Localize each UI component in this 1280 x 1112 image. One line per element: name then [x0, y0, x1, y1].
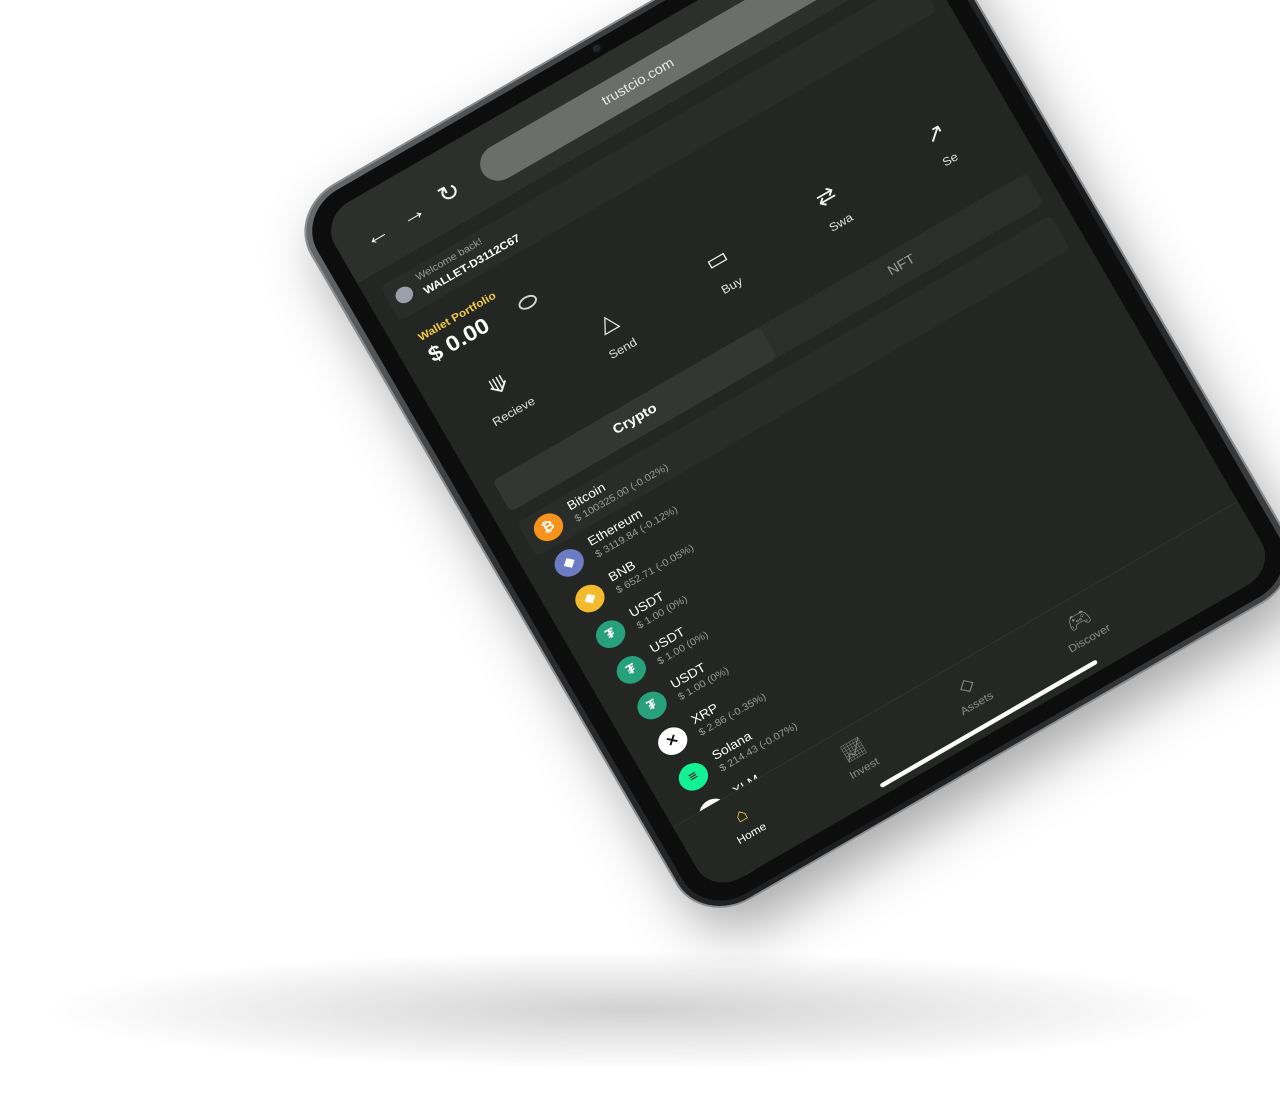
send-label: Send [606, 334, 640, 362]
coin-icon: ₿ [528, 508, 569, 547]
swap-label: Swa [826, 210, 856, 235]
camera-icon [591, 43, 602, 54]
eye-icon[interactable] [515, 291, 540, 313]
coin-icon: ✕ [652, 722, 693, 761]
coin-icon: ₮ [590, 615, 631, 654]
coin-icon: ◈ [570, 579, 610, 618]
back-arrow-icon[interactable]: ← [358, 216, 394, 252]
coin-icon: ₮ [611, 650, 652, 689]
buy-label: Buy [718, 273, 745, 297]
stage: ← → ↻ trustcio.com Welcome back! WALLET-… [0, 0, 1280, 1112]
avatar[interactable] [392, 283, 417, 307]
tablet-screen: ← → ↻ trustcio.com Welcome back! WALLET-… [319, 0, 1277, 895]
coin-icon: ◆ [549, 543, 589, 583]
device-shadow [40, 950, 1220, 1070]
sell-icon: ↗ [920, 118, 950, 150]
wallet-icon: ▭ [701, 243, 733, 276]
coin-icon: ≡ [673, 757, 714, 796]
tablet-device: ← → ↻ trustcio.com Welcome back! WALLET-… [288, 0, 1280, 925]
sell-label: Se [939, 149, 961, 170]
reload-icon[interactable]: ↻ [433, 176, 465, 210]
coin-icon: ₮ [632, 686, 672, 725]
forward-arrow-icon[interactable]: → [395, 195, 431, 231]
